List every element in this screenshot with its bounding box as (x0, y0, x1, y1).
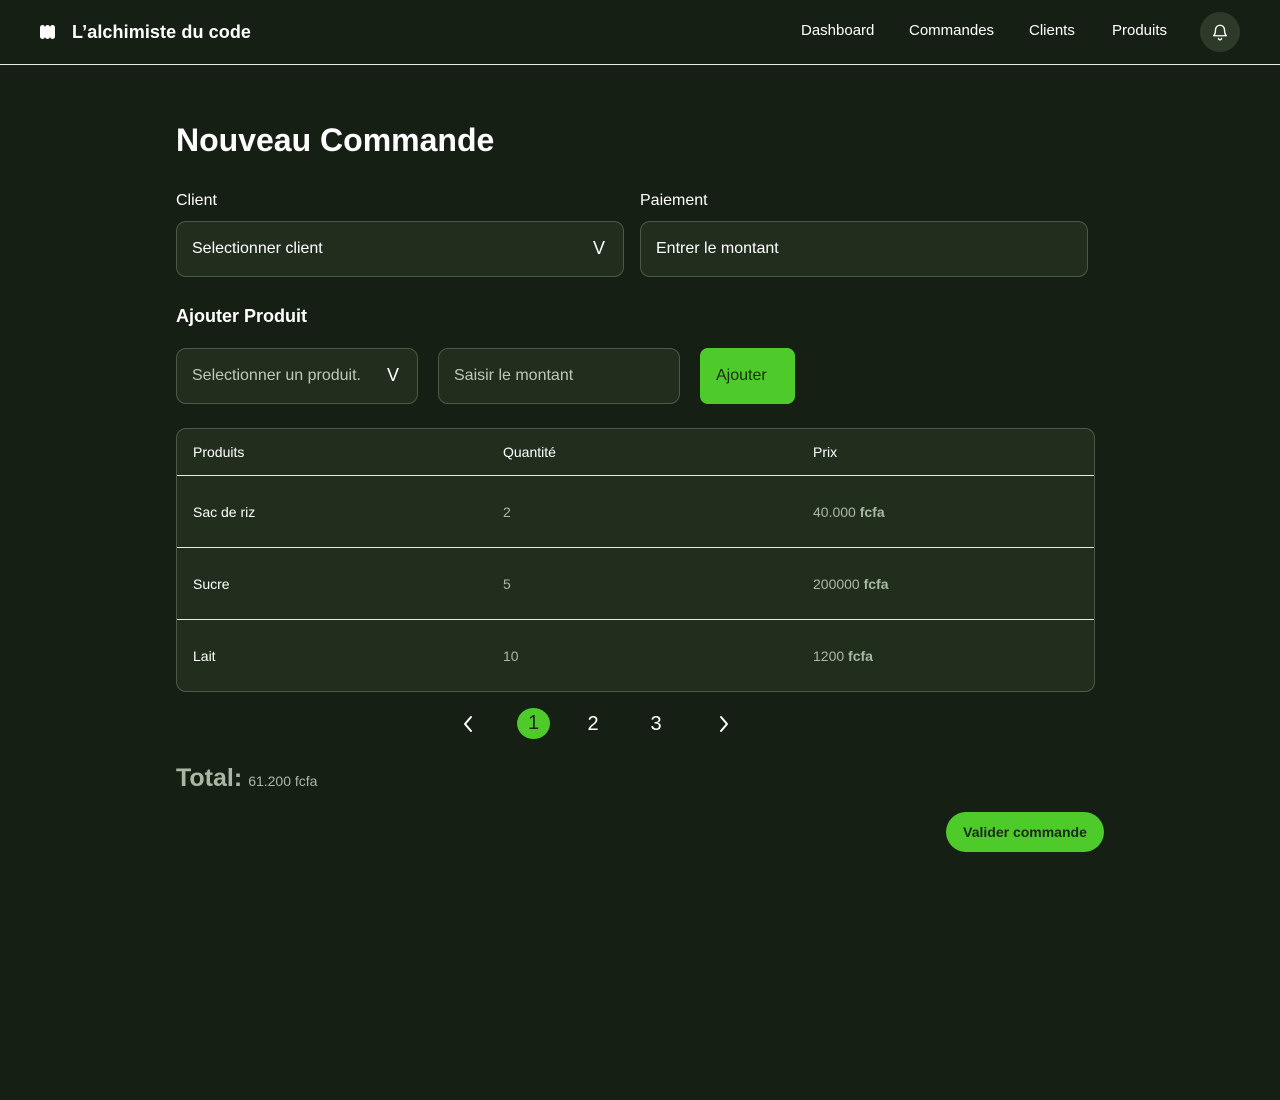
table-row[interactable]: Sucre 5 200000 fcfa (177, 548, 1094, 620)
cell-quantite: 5 (503, 576, 511, 592)
prix-value: 1200 (813, 648, 845, 664)
prix-currency: fcfa (859, 504, 885, 520)
table-row[interactable]: Sac de riz 2 40.000 fcfa (177, 476, 1094, 548)
pagination-prev-button[interactable] (458, 708, 478, 740)
total-value: 61.200 fcfa (248, 773, 318, 789)
produit-select-value: Selectionner un produit. (192, 367, 361, 384)
top-navbar: L’alchimiste du code Dashboard Commandes… (0, 0, 1280, 65)
column-header-produits: Produits (193, 444, 245, 460)
ajouter-produit-title: Ajouter Produit (176, 306, 307, 326)
pagination: 1 2 3 (0, 708, 1280, 740)
valider-commande-button[interactable]: Valider commande (946, 812, 1104, 852)
cell-prix: 200000 fcfa (813, 576, 889, 592)
total-label: Total: (176, 764, 243, 792)
pagination-page-2[interactable]: 2 (583, 708, 603, 740)
main-nav: Dashboard Commandes Clients Produits (0, 22, 1280, 42)
montant-input[interactable] (438, 348, 680, 404)
cell-produit: Sucre (193, 576, 230, 592)
chevron-left-icon (464, 716, 472, 732)
prix-currency: fcfa (848, 648, 873, 664)
pagination-page-3[interactable]: 3 (646, 708, 666, 740)
column-header-prix: Prix (813, 444, 838, 460)
paiement-label: Paiement (640, 192, 708, 209)
nav-item-commandes[interactable]: Commandes (909, 22, 994, 39)
produits-table: Produits Quantité Prix Sac de riz 2 40.0… (176, 428, 1095, 692)
prix-value: 40.000 (813, 504, 856, 520)
client-select-value: Selectionner client (192, 240, 323, 257)
cell-prix: 1200 fcfa (813, 648, 873, 664)
page-title: Nouveau Commande (176, 122, 495, 158)
produit-select[interactable]: Selectionner un produit. V (176, 348, 418, 404)
client-label: Client (176, 192, 217, 209)
cell-prix: 40.000 fcfa (813, 504, 885, 520)
order-total: Total: 61.200 fcfa (176, 764, 317, 793)
bell-icon (1212, 24, 1228, 41)
pagination-next-button[interactable] (714, 708, 734, 740)
paiement-input[interactable] (640, 221, 1088, 277)
chevron-down-icon: V (592, 238, 605, 258)
cell-quantite: 2 (503, 504, 511, 520)
client-select[interactable]: Selectionner client V (176, 221, 624, 277)
pagination-page-1[interactable]: 1 (517, 708, 550, 739)
cell-produit: Sac de riz (193, 504, 256, 520)
prix-value: 200000 (813, 576, 860, 592)
nav-item-clients[interactable]: Clients (1029, 22, 1075, 39)
cell-produit: Lait (193, 648, 216, 664)
column-header-quantite: Quantité (503, 444, 556, 460)
table-row[interactable]: Lait 10 1200 fcfa (177, 620, 1094, 691)
nav-item-dashboard[interactable]: Dashboard (801, 22, 874, 39)
table-header: Produits Quantité Prix (177, 429, 1094, 476)
chevron-right-icon (720, 716, 728, 732)
cell-quantite: 10 (503, 648, 519, 664)
prix-currency: fcfa (863, 576, 889, 592)
chevron-down-icon: V (386, 365, 399, 385)
notifications-button[interactable] (1200, 12, 1240, 52)
ajouter-button[interactable]: Ajouter (700, 348, 795, 404)
nav-item-produits[interactable]: Produits (1112, 22, 1167, 39)
